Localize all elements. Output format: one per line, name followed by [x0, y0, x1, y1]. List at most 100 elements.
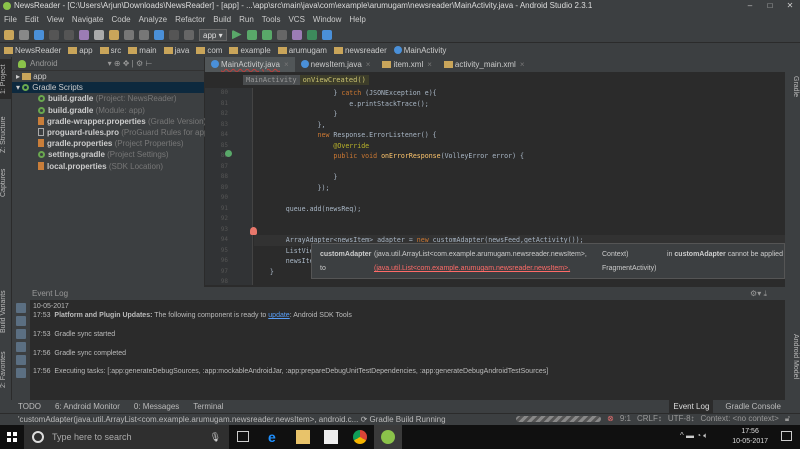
breadcrumb-java[interactable]: java [163, 46, 189, 55]
breadcrumb-mainactivity[interactable]: MainActivity [393, 45, 446, 55]
edge-icon[interactable]: e [268, 430, 282, 444]
close-tab-icon[interactable]: × [427, 60, 432, 69]
tree-item[interactable]: build.gradle (Project: NewsReader) [12, 93, 204, 104]
tree-item[interactable]: proguard-rules.pro (ProGuard Rules for a… [12, 127, 211, 138]
settings-icon[interactable] [16, 303, 26, 313]
encoding[interactable]: UTF-8↕ [668, 413, 695, 425]
menu-analyze[interactable]: Analyze [139, 15, 167, 24]
run-config-select[interactable]: app ▾ [199, 28, 227, 41]
tab-android-model[interactable]: Android Model [787, 327, 799, 387]
debug-icon[interactable] [246, 29, 257, 40]
menu-run[interactable]: Run [239, 15, 254, 24]
cursor-position[interactable]: 9:1 [620, 413, 631, 425]
breadcrumb-arumugam[interactable]: arumugam [277, 46, 327, 55]
file-explorer-icon[interactable] [296, 430, 310, 444]
tab-gradle[interactable]: Gradle [787, 72, 799, 102]
find-icon[interactable] [124, 29, 134, 40]
tab-captures[interactable]: Captures [0, 165, 12, 200]
tree-item[interactable]: gradle.properties (Project Properties) [12, 138, 204, 149]
breadcrumb-newsreader[interactable]: newsreader [333, 46, 387, 55]
taskbar-search[interactable]: Type here to search 🎙︎ [24, 425, 229, 449]
build-status[interactable]: Gradle Build Running [370, 415, 446, 424]
tab-android-monitor[interactable]: 6: Android Monitor [55, 402, 120, 411]
forward-icon[interactable] [169, 29, 179, 40]
delete-icon[interactable] [16, 368, 26, 378]
project-view-selector[interactable]: Android ▾ ⊕ ✥ | ⚙ ⊢ [12, 57, 204, 71]
tree-item[interactable]: build.gradle (Module: app) [12, 105, 204, 116]
redo-icon[interactable] [64, 29, 74, 40]
sync-icon[interactable] [34, 29, 44, 40]
menu-help[interactable]: Help [349, 15, 365, 24]
tab-event-log[interactable]: Event Log [669, 400, 714, 413]
paste-icon[interactable] [109, 29, 119, 40]
menu-view[interactable]: View [47, 15, 64, 24]
tab-project[interactable]: 1: Project [0, 59, 12, 99]
filter-icon[interactable] [16, 329, 26, 339]
line-separator[interactable]: CRLF↕ [637, 413, 662, 425]
close-button[interactable]: ✕ [780, 0, 800, 12]
back-icon[interactable] [154, 29, 164, 40]
mark-read-icon[interactable] [16, 342, 26, 352]
microphone-icon[interactable]: 🎙︎ [210, 425, 221, 449]
context[interactable]: Context: <no context> [701, 413, 779, 425]
event-log-settings-icon[interactable]: ⚙▾ ⤓ [750, 287, 767, 300]
close-tab-icon[interactable]: × [366, 60, 371, 69]
tab-favorites[interactable]: 2: Favorites [0, 347, 12, 392]
attach-debugger-icon[interactable] [261, 29, 272, 40]
breadcrumb-newsreader[interactable]: NewsReader [4, 46, 61, 55]
tree-item[interactable]: settings.gradle (Project Settings) [12, 149, 204, 160]
project-structure-icon[interactable] [321, 29, 332, 40]
cut-icon[interactable] [79, 29, 89, 40]
update-link[interactable]: update [268, 312, 289, 319]
lock-icon[interactable]: 🔓︎ [785, 413, 790, 425]
save-icon[interactable] [19, 29, 29, 40]
editor-tab[interactable]: item.xml × [376, 57, 437, 72]
tree-item[interactable]: ▾ Gradle Scripts [12, 82, 204, 94]
start-button[interactable] [7, 432, 17, 442]
tab-structure[interactable]: Z: Structure [0, 112, 12, 157]
cancel-build-icon[interactable]: ⊗ [607, 413, 614, 425]
editor-tab[interactable]: MainActivity.java × [205, 57, 295, 72]
close-tab-icon[interactable]: × [284, 60, 289, 69]
store-icon[interactable] [324, 430, 338, 444]
override-marker-icon[interactable] [225, 150, 232, 157]
tab-messages[interactable]: 0: Messages [134, 402, 179, 411]
menu-navigate[interactable]: Navigate [72, 15, 104, 24]
menu-file[interactable]: File [4, 15, 17, 24]
build-icon[interactable] [184, 29, 194, 40]
tab-terminal[interactable]: Terminal [193, 402, 223, 411]
breadcrumb-src[interactable]: src [99, 46, 121, 55]
menu-refactor[interactable]: Refactor [175, 15, 205, 24]
android-studio-taskbar-icon[interactable] [381, 430, 395, 444]
crumb-method[interactable]: onViewCreated() [299, 75, 369, 85]
breadcrumb-main[interactable]: main [128, 46, 157, 55]
replace-icon[interactable] [139, 29, 149, 40]
lightbulb-icon[interactable] [250, 227, 257, 235]
scroll-icon[interactable] [16, 316, 26, 326]
stop-icon[interactable] [276, 29, 287, 40]
breadcrumb-app[interactable]: app [68, 46, 93, 55]
open-icon[interactable] [4, 29, 14, 40]
maximize-button[interactable]: □ [760, 0, 780, 12]
tree-item[interactable]: local.properties (SDK Location) [12, 161, 204, 172]
console-icon[interactable] [16, 355, 26, 365]
close-tab-icon[interactable]: × [520, 60, 525, 69]
editor-tab[interactable]: activity_main.xml × [438, 57, 531, 72]
editor-tab[interactable]: newsItem.java × [295, 57, 377, 72]
tree-item[interactable]: gradle-wrapper.properties (Gradle Versio… [12, 116, 206, 127]
minimize-button[interactable]: – [740, 0, 760, 12]
menu-window[interactable]: Window [313, 15, 341, 24]
undo-icon[interactable] [49, 29, 59, 40]
menu-build[interactable]: Build [213, 15, 231, 24]
system-tray-icons[interactable]: ^ ▬ ◔ 🔈︎ [680, 431, 708, 441]
menu-code[interactable]: Code [111, 15, 130, 24]
menu-edit[interactable]: Edit [25, 15, 39, 24]
avd-manager-icon[interactable] [291, 29, 302, 40]
chrome-icon[interactable] [353, 430, 367, 444]
sdk-manager-icon[interactable] [306, 29, 317, 40]
notification-icon[interactable] [781, 431, 792, 441]
tab-gradle-console[interactable]: Gradle Console [721, 400, 785, 413]
crumb-class[interactable]: MainActivity [243, 75, 300, 85]
build-progress-bar[interactable] [516, 416, 602, 422]
copy-icon[interactable] [94, 29, 104, 40]
